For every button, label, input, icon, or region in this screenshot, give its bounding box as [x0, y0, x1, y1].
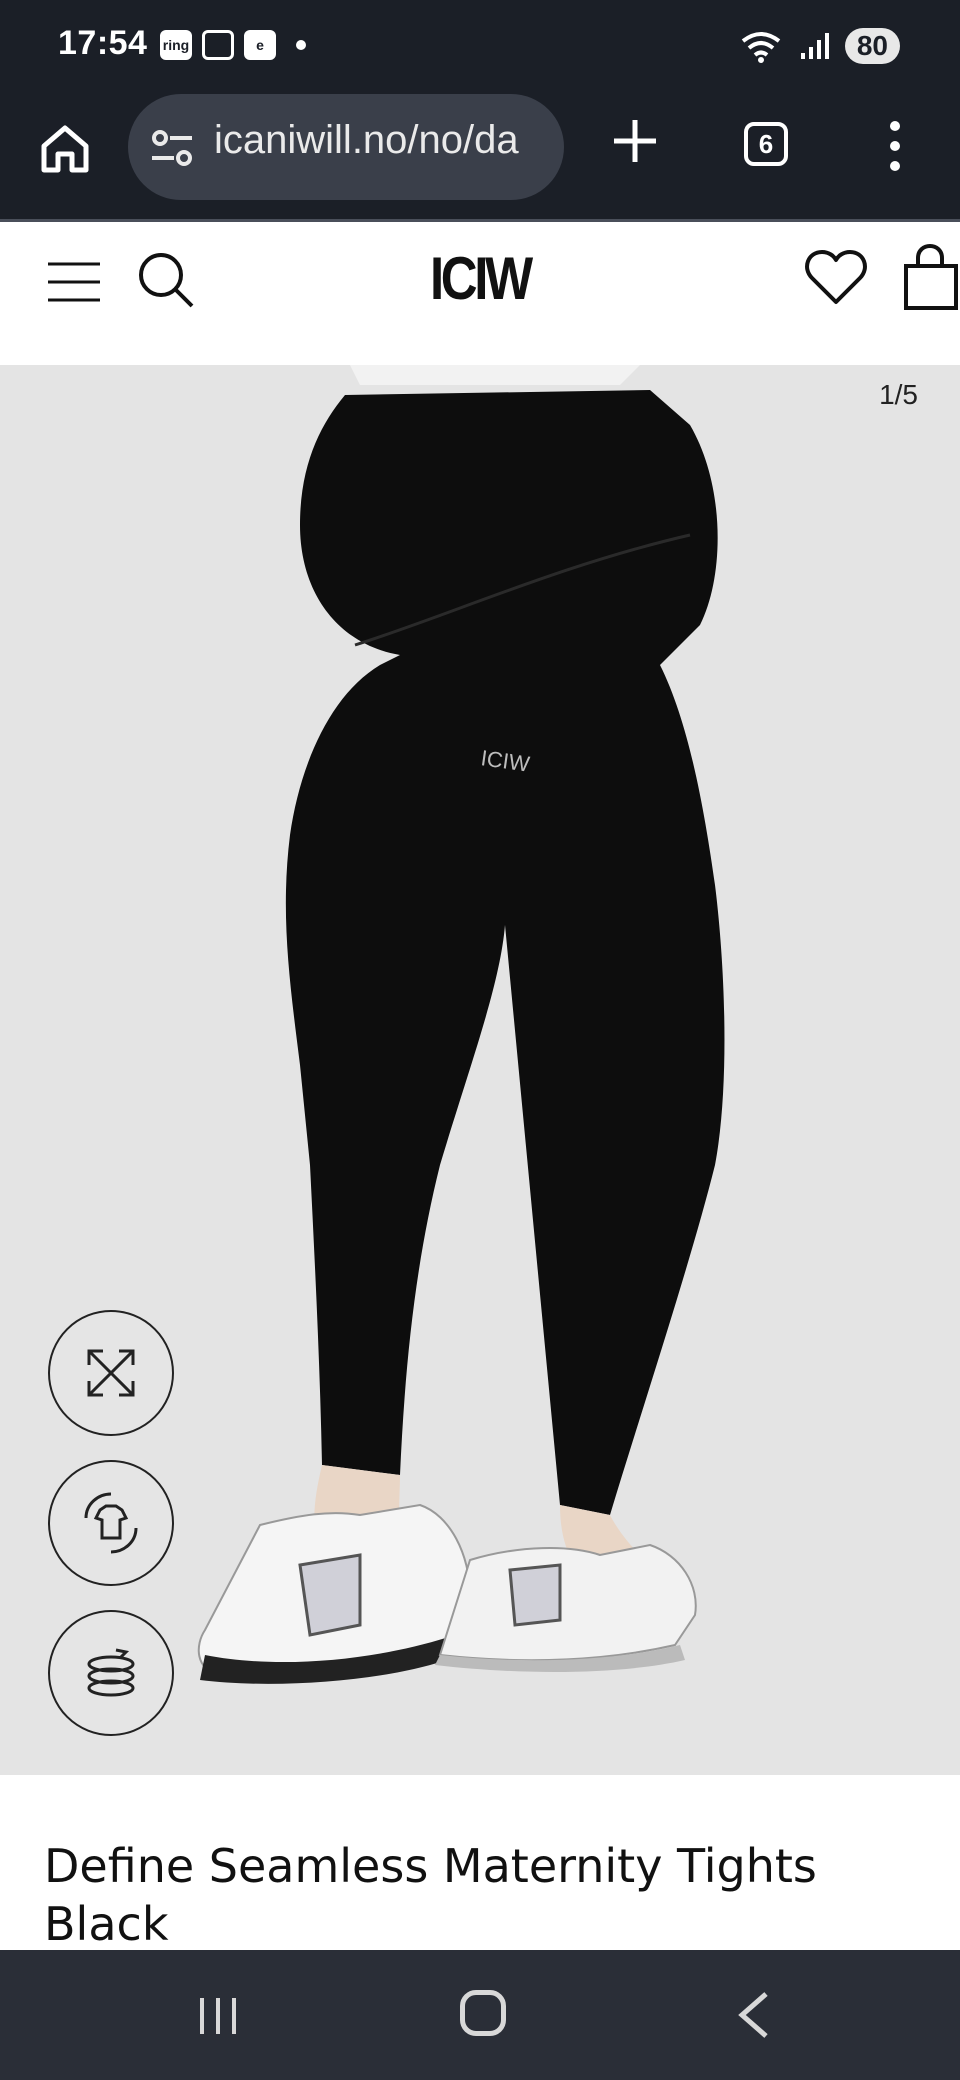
site-header: ICIW: [0, 222, 960, 365]
recents-icon[interactable]: [196, 1994, 240, 2038]
system-nav-bar: [0, 1950, 960, 2080]
status-bar: 17:54 ring e 80: [0, 0, 960, 92]
product-info: Define Seamless Maternity Tights Black: [0, 1775, 960, 1951]
360-view-icon: [87, 1648, 135, 1697]
more-notifications-dot: [296, 40, 306, 50]
e-app-icon: e: [244, 30, 276, 60]
product-title: Define Seamless Maternity Tights Black: [44, 1839, 817, 1951]
back-icon[interactable]: [736, 1990, 772, 2040]
browser-toolbar: icaniwill.no/no/da 6: [0, 92, 960, 222]
menu-hamburger-icon[interactable]: [46, 260, 102, 304]
url-text[interactable]: icaniwill.no/no/da: [214, 118, 519, 163]
home-icon[interactable]: [38, 122, 92, 176]
more-vert-icon[interactable]: [880, 118, 910, 174]
wifi-icon: [741, 32, 781, 63]
battery-indicator: 80: [844, 28, 900, 64]
shirt-rotate-icon: [84, 1492, 138, 1554]
tab-switcher-button[interactable]: 6: [744, 122, 788, 166]
rotate-360-button[interactable]: [48, 1610, 174, 1736]
fullscreen-button[interactable]: [48, 1310, 174, 1436]
image-counter: 1/5: [879, 379, 918, 410]
product-view-button[interactable]: [48, 1460, 174, 1586]
signal-icon: [800, 33, 829, 59]
heart-icon[interactable]: [804, 246, 868, 310]
expand-icon: [87, 1349, 135, 1397]
status-time: 17:54: [58, 24, 148, 62]
site-logo[interactable]: ICIW: [430, 244, 533, 313]
new-tab-plus-icon[interactable]: [608, 114, 662, 168]
status-right: 80: [739, 28, 900, 64]
search-icon[interactable]: [136, 250, 196, 310]
product-image-gallery[interactable]: ICIW 1/5: [0, 365, 960, 1775]
screenshot-icon: [202, 30, 234, 60]
ring-app-icon: ring: [160, 30, 192, 60]
site-settings-icon[interactable]: [150, 128, 194, 168]
notification-icons: ring e: [160, 30, 306, 60]
shopping-bag-icon[interactable]: [900, 242, 960, 312]
home-nav-button[interactable]: [460, 1990, 506, 2036]
address-bar[interactable]: icaniwill.no/no/da: [128, 94, 564, 200]
